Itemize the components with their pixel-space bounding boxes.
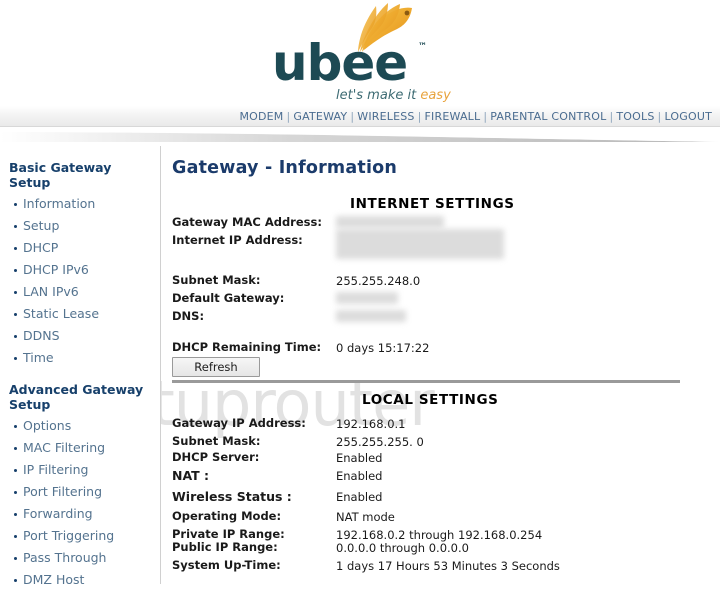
ubee-logo[interactable]: ubee ™ let's make it easy xyxy=(272,2,452,106)
nav-item-parental-control[interactable]: PARENTAL CONTROL xyxy=(490,110,606,123)
internet-settings-heading: INTERNET SETTINGS xyxy=(350,196,515,212)
nav-item-modem[interactable]: MODEM xyxy=(239,110,283,123)
row-gateway-mac-address: Gateway MAC Address: xyxy=(172,215,702,230)
label-gateway-ip-address: Gateway IP Address: xyxy=(172,416,306,430)
row-dhcp-server: DHCP Server: Enabled xyxy=(172,450,702,465)
sidebar-divider xyxy=(160,146,161,584)
sidebar-item-time[interactable]: Time xyxy=(14,348,160,368)
row-internet-ip-address: Internet IP Address: xyxy=(172,229,702,259)
label-nat: NAT : xyxy=(172,468,210,483)
row-gateway-ip-address: Gateway IP Address: 192.168.0.1 xyxy=(172,416,702,431)
value-gateway-mac-address xyxy=(336,216,444,228)
nav-separator: | xyxy=(286,110,291,123)
label-dhcp-server: DHCP Server: xyxy=(172,450,260,464)
label-subnet-mask-wan: Subnet Mask: xyxy=(172,273,261,287)
sidebar-item-pass-through[interactable]: Pass Through xyxy=(14,548,160,568)
sidebar-group-title-basic: Basic Gateway Setup xyxy=(9,160,112,190)
nav-item-logout[interactable]: LOGOUT xyxy=(664,110,712,123)
row-operating-mode: Operating Mode: NAT mode xyxy=(172,509,702,524)
value-system-up-time: 1 days 17 Hours 53 Minutes 3 Seconds xyxy=(336,559,560,573)
nav-item-wireless[interactable]: WIRELESS xyxy=(357,110,414,123)
value-public-ip-range: 0.0.0.0 through 0.0.0.0 xyxy=(336,541,469,555)
label-internet-ip-address: Internet IP Address: xyxy=(172,233,303,247)
value-dns xyxy=(336,310,406,322)
page-title: Gateway - Information xyxy=(172,158,398,178)
nav-item-gateway[interactable]: GATEWAY xyxy=(293,110,347,123)
value-internet-ip-address xyxy=(336,229,504,259)
ubee-tagline: let's make it easy xyxy=(336,88,451,103)
value-subnet-mask-wan: 255.255.248.0 xyxy=(336,274,421,288)
sidebar-item-port-triggering[interactable]: Port Triggering xyxy=(14,526,160,546)
local-settings-heading: LOCAL SETTINGS xyxy=(362,392,499,408)
sidebar-item-setup[interactable]: Setup xyxy=(14,216,160,236)
row-subnet-mask-lan: Subnet Mask: 255.255.255. 0 xyxy=(172,434,702,449)
row-subnet-mask-wan: Subnet Mask: 255.255.248.0 xyxy=(172,273,702,288)
nav-separator: | xyxy=(609,110,614,123)
sidebar-item-information[interactable]: Information xyxy=(14,194,160,214)
label-wireless-status: Wireless Status : xyxy=(172,489,292,504)
tagline-accent: easy xyxy=(420,88,451,103)
sidebar-group-title-advanced: Advanced Gateway Setup xyxy=(9,382,144,412)
value-dhcp-remaining-time: 0 days 15:17:22 xyxy=(336,341,430,355)
row-default-gateway: Default Gateway: xyxy=(172,291,702,306)
value-dhcp-server: Enabled xyxy=(336,451,383,465)
sidebar-item-static-lease[interactable]: Static Lease xyxy=(14,304,160,324)
trademark-symbol: ™ xyxy=(418,42,427,52)
label-default-gateway: Default Gateway: xyxy=(172,291,285,305)
sidebar-item-ddns[interactable]: DDNS xyxy=(14,326,160,346)
section-divider xyxy=(172,380,680,383)
main-content: Gateway - Information INTERNET SETTINGS … xyxy=(161,144,720,584)
sidebar-item-ip-filtering[interactable]: IP Filtering xyxy=(14,460,160,480)
label-gateway-mac-address: Gateway MAC Address: xyxy=(172,215,322,229)
refresh-button[interactable]: Refresh xyxy=(172,357,260,377)
nav-separator: | xyxy=(483,110,488,123)
sidebar-item-dmz-host[interactable]: DMZ Host xyxy=(14,570,160,590)
nav-item-firewall[interactable]: FIREWALL xyxy=(425,110,481,123)
value-default-gateway xyxy=(336,292,398,304)
row-public-ip-range: Public IP Range: 0.0.0.0 through 0.0.0.0 xyxy=(172,540,702,555)
sidebar-item-dhcp-ipv6[interactable]: DHCP IPv6 xyxy=(14,260,160,280)
sidebar-item-options[interactable]: Options xyxy=(14,416,160,436)
sidebar-navigation: Basic Gateway Setup Information Setup DH… xyxy=(0,144,160,587)
label-public-ip-range: Public IP Range: xyxy=(172,540,278,554)
nav-item-tools[interactable]: TOOLS xyxy=(616,110,654,123)
label-private-ip-range: Private IP Range: xyxy=(172,527,285,541)
sidebar-item-lan-ipv6[interactable]: LAN IPv6 xyxy=(14,282,160,302)
main-navigation[interactable]: MODEM | GATEWAY | WIRELESS | FIREWALL | PARENTAL… xyxy=(239,110,712,126)
sidebar-item-mac-filtering[interactable]: MAC Filtering xyxy=(14,438,160,458)
value-gateway-ip-address: 192.168.0.1 xyxy=(336,417,406,431)
sidebar-item-dhcp[interactable]: DHCP xyxy=(14,238,160,258)
label-dhcp-remaining-time: DHCP Remaining Time: xyxy=(172,340,322,354)
row-nat: NAT : Enabled xyxy=(172,468,702,483)
sidebar-item-forwarding[interactable]: Forwarding xyxy=(14,504,160,524)
value-operating-mode: NAT mode xyxy=(336,510,395,524)
tagline-plain: let's make it xyxy=(336,88,421,103)
row-wireless-status: Wireless Status : Enabled xyxy=(172,489,702,504)
nav-separator: | xyxy=(657,110,662,123)
label-subnet-mask-lan: Subnet Mask: xyxy=(172,434,261,448)
row-system-up-time: System Up-Time: 1 days 17 Hours 53 Minut… xyxy=(172,558,702,573)
page-header: ubee ™ let's make it easy xyxy=(0,0,720,108)
nav-separator: | xyxy=(417,110,422,123)
value-subnet-mask-lan: 255.255.255. 0 xyxy=(336,435,424,449)
label-system-up-time: System Up-Time: xyxy=(172,558,281,572)
row-dhcp-remaining-time: DHCP Remaining Time: 0 days 15:17:22 xyxy=(172,340,702,355)
sidebar-item-port-filtering[interactable]: Port Filtering xyxy=(14,482,160,502)
row-dns: DNS: xyxy=(172,309,702,324)
value-wireless-status: Enabled xyxy=(336,490,383,504)
nav-separator: | xyxy=(350,110,355,123)
label-operating-mode: Operating Mode: xyxy=(172,509,282,523)
label-dns: DNS: xyxy=(172,309,205,323)
value-nat: Enabled xyxy=(336,469,383,483)
